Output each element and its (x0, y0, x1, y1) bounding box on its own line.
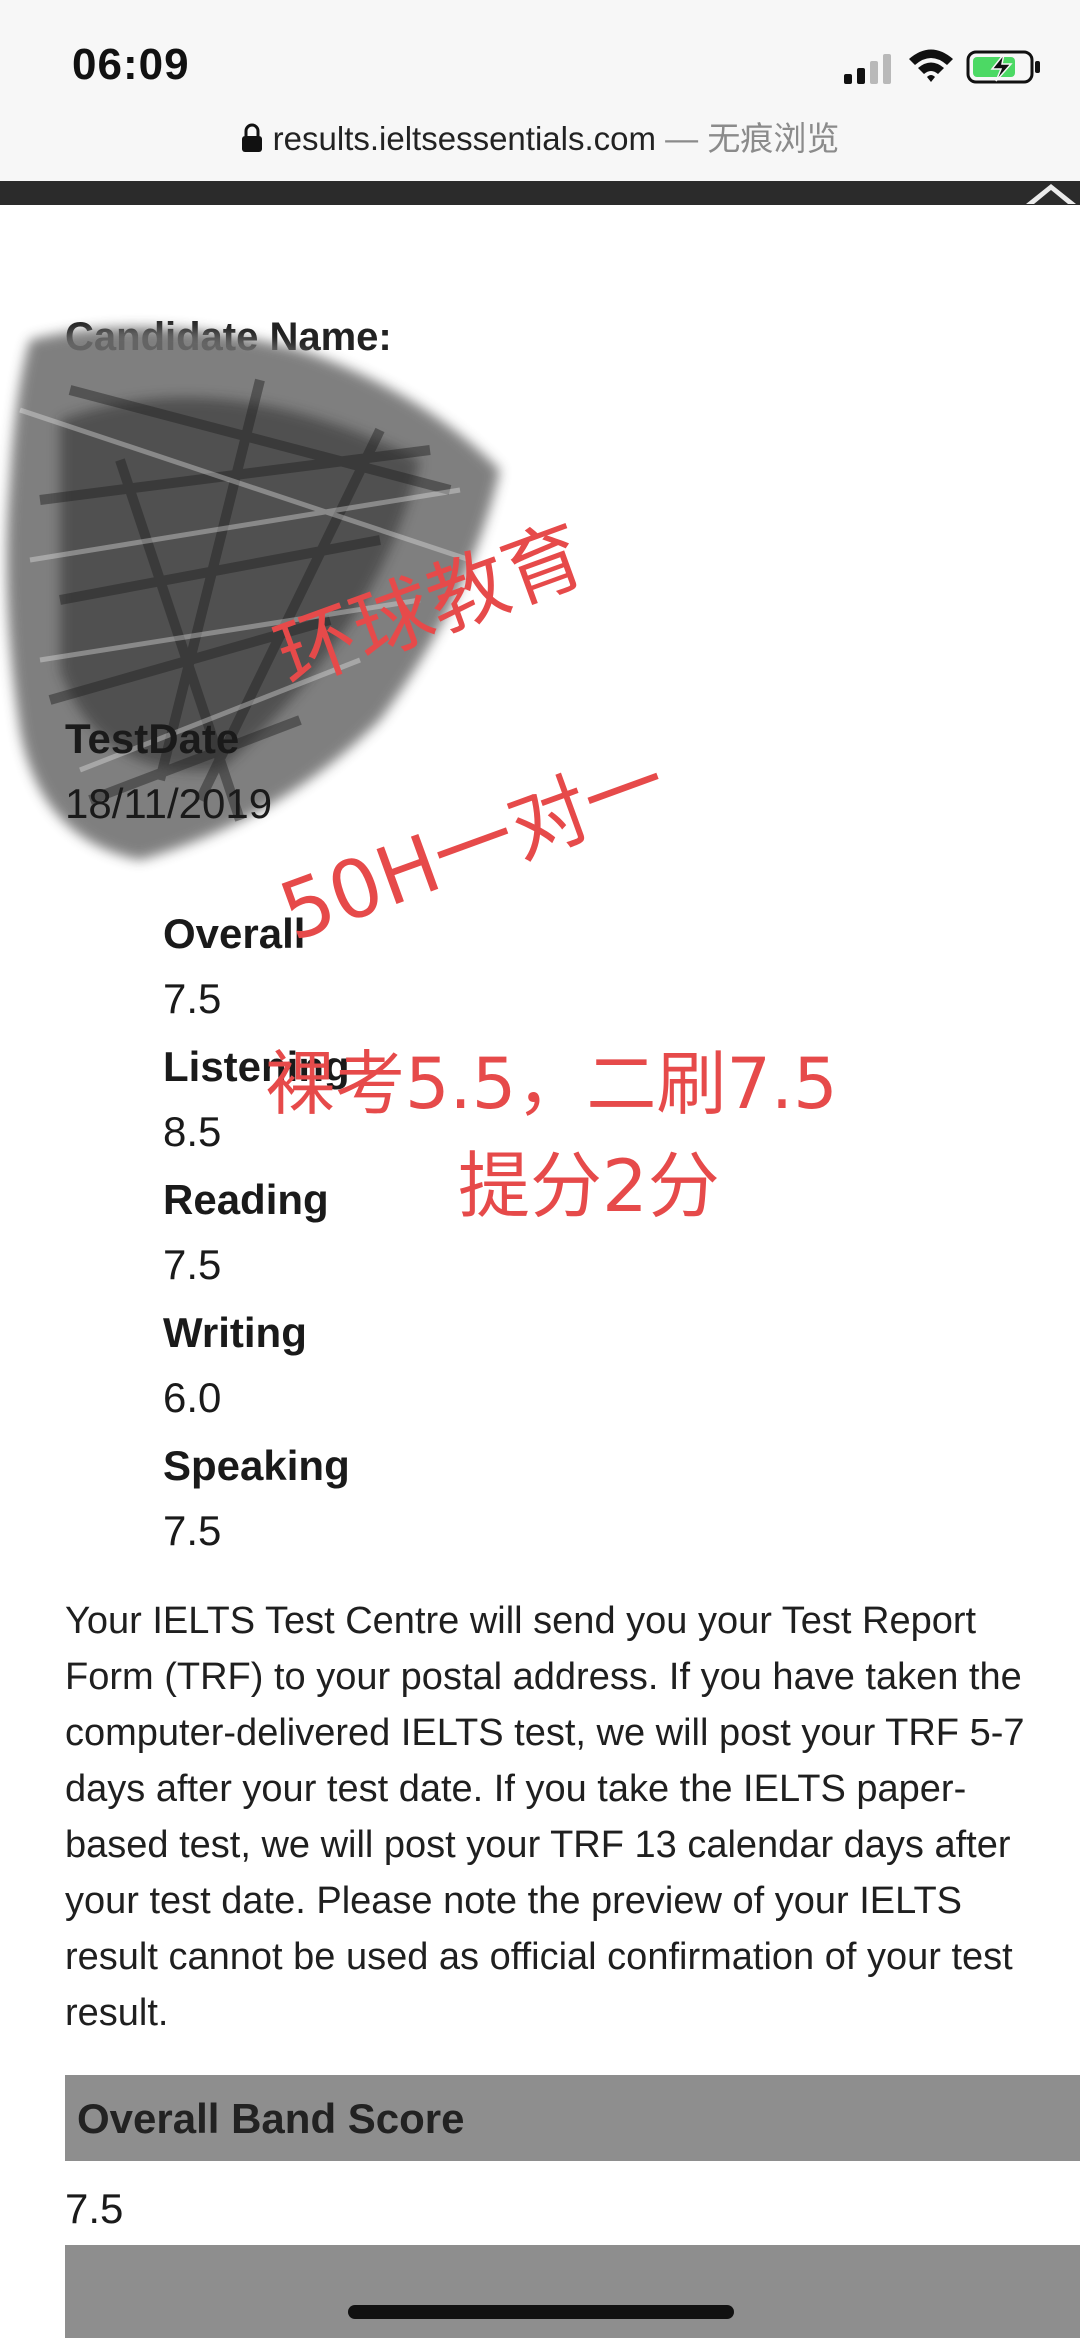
writing-label: Writing (163, 1309, 307, 1356)
toolbar-divider (0, 181, 1080, 205)
notice-line: result. (65, 1992, 169, 2034)
overall-band-title: Overall Band Score (77, 2095, 465, 2142)
status-time: 06:09 (72, 40, 190, 89)
url-separator: — (665, 120, 699, 157)
url-text: results.ieltsessentials.com (272, 120, 656, 157)
reading-value: 7.5 (163, 1241, 222, 1288)
notice-line: computer-delivered IELTS test, we will p… (65, 1712, 1025, 1754)
overall-band-header: Overall Band Score (65, 2075, 1080, 2161)
promo-overlay-line3: 裸考5.5，二刷7.5 (265, 1043, 838, 1125)
test-date-label: TestDate (65, 715, 240, 762)
speaking-value: 7.5 (163, 1507, 222, 1554)
notice-line: based test, we will post your TRF 13 cal… (65, 1824, 1011, 1866)
address-bar[interactable]: results.ieltsessentials.com — 无痕浏览 (0, 112, 1080, 162)
notice-line: result cannot be used as official confir… (65, 1936, 1013, 1978)
chevron-up-icon[interactable] (1022, 182, 1080, 204)
lock-icon (241, 123, 262, 152)
cellular-signal-icon (844, 54, 891, 84)
notice-line: your test date. Please note the preview … (65, 1880, 963, 1922)
overall-band-value: 7.5 (65, 2185, 124, 2232)
trf-notice: Your IELTS Test Centre will send you you… (65, 1593, 1075, 2041)
wifi-icon (909, 49, 953, 82)
notice-line: Your IELTS Test Centre will send you you… (65, 1600, 977, 1642)
private-mode-label: 无痕浏览 (707, 120, 840, 157)
notice-line: days after your test date. If you take t… (65, 1768, 967, 1810)
writing-value: 6.0 (163, 1374, 222, 1421)
listening-value: 8.5 (163, 1108, 222, 1155)
next-section-header (65, 2245, 1080, 2338)
status-bar: 06:09 results.ieltsessentials.com — 无痕浏览 (0, 0, 1080, 181)
speaking-label: Speaking (163, 1442, 350, 1489)
battery-charging-icon (966, 50, 1040, 84)
reading-label: Reading (163, 1176, 329, 1223)
overall-value: 7.5 (163, 975, 222, 1022)
test-date-value: 18/11/2019 (65, 780, 273, 827)
promo-overlay-line4: 提分2分 (458, 1144, 720, 1228)
notice-line: Form (TRF) to your postal address. If yo… (65, 1656, 1022, 1698)
home-indicator[interactable] (348, 2305, 734, 2319)
